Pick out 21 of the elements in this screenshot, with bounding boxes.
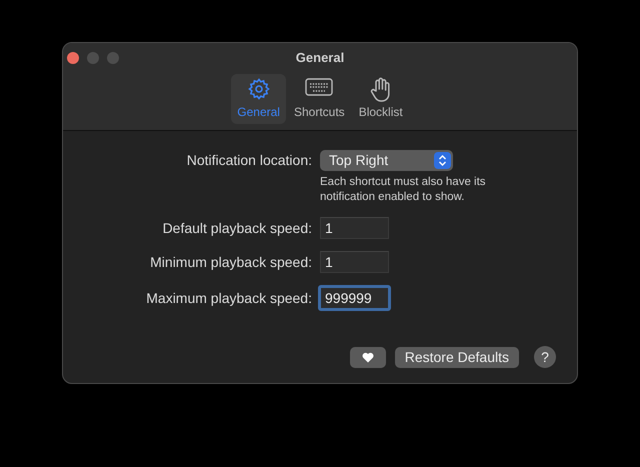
close-window-button[interactable] bbox=[67, 52, 79, 64]
toolbar-tab[interactable]: Blocklist bbox=[352, 74, 409, 124]
location-dropdown[interactable]: Top Right bbox=[320, 150, 453, 171]
notification-location-label: Notification location: bbox=[186, 151, 312, 170]
restore-defaults-button[interactable]: Restore Defaults bbox=[394, 346, 519, 368]
notification-hint: Each shortcut must also have its notification enabled to show. bbox=[320, 175, 487, 205]
stepper-chevrons-icon bbox=[434, 152, 451, 169]
speed-field[interactable]: 999999 bbox=[318, 285, 391, 311]
settings-icon bbox=[246, 77, 271, 101]
field-label: Maximum playback speed: bbox=[145, 288, 312, 308]
heart-button[interactable] bbox=[350, 346, 386, 368]
speed-field[interactable]: 1 bbox=[320, 251, 389, 273]
hand-icon bbox=[370, 77, 392, 103]
toolbar-tab[interactable]: Shortcuts bbox=[288, 74, 351, 124]
field-label: Default playback speed: bbox=[162, 218, 312, 238]
help-button[interactable]: ? bbox=[534, 346, 556, 368]
window-title: General bbox=[296, 49, 344, 68]
heart-icon bbox=[362, 352, 374, 362]
speed-field[interactable]: 1 bbox=[320, 217, 389, 239]
keyboard-icon bbox=[305, 77, 334, 97]
field-label: Minimum playback speed: bbox=[149, 252, 312, 272]
